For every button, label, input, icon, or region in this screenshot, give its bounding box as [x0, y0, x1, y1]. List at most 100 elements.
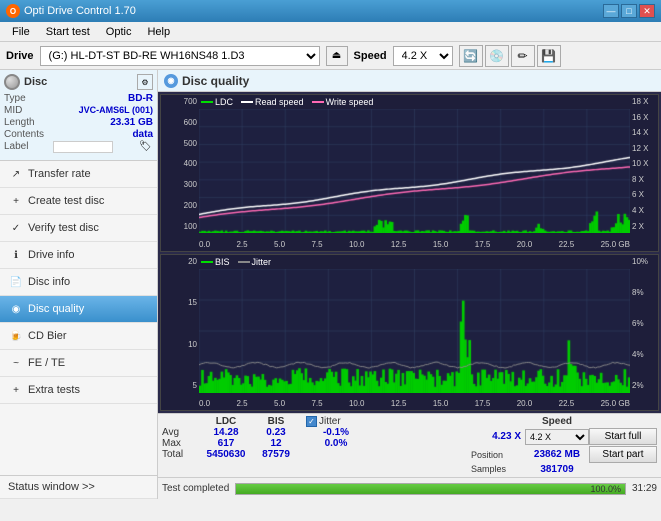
legend-bis: BIS [201, 257, 230, 267]
position-label: Position [471, 450, 525, 460]
write-button[interactable]: ✏ [511, 45, 535, 67]
sidebar-item-cd-bier[interactable]: 🍺 CD Bier [0, 323, 157, 350]
disc-info-panel: Disc ⚙ Type BD-R MID JVC-AMS6L (001) Len… [0, 70, 157, 161]
disc-row-label: Label 🏷 [4, 141, 153, 155]
samples-value: 381709 [525, 464, 589, 475]
disc-quality-header-icon: ◉ [164, 74, 178, 88]
drive-info-icon: ℹ [8, 247, 24, 263]
disc-contents-value: data [132, 129, 153, 140]
progress-bar-container: 100.0% [235, 483, 626, 495]
chart2-y-axis-right: 10% 8% 6% 4% 2% [630, 255, 658, 391]
disc-label-label: Label [4, 141, 28, 155]
legend-read-speed: Read speed [241, 97, 304, 107]
save-button[interactable]: 💾 [537, 45, 561, 67]
jitter-header: Jitter [306, 416, 366, 427]
stats-samples-row: Samples 381709 [471, 464, 657, 475]
titlebar: O Opti Drive Control 1.70 — □ ✕ [0, 0, 661, 22]
ldc-color-swatch [201, 101, 213, 103]
disc-row-contents: Contents data [4, 129, 153, 140]
sidebar-item-disc-quality[interactable]: ◉ Disc quality [0, 296, 157, 323]
titlebar-left: O Opti Drive Control 1.70 [6, 4, 136, 18]
legend-ldc-label: LDC [215, 97, 233, 107]
disc-label-value[interactable] [53, 141, 113, 153]
disc-contents-label: Contents [4, 129, 44, 140]
start-full-button[interactable]: Start full [589, 428, 657, 445]
max-jitter: 0.0% [306, 438, 366, 449]
disc-quality-header: ◉ Disc quality [158, 70, 661, 92]
sidebar-item-verify-test-disc[interactable]: ✓ Verify test disc [0, 215, 157, 242]
progress-percent-text: 100.0% [590, 484, 621, 494]
menu-file[interactable]: File [4, 24, 38, 40]
toolbar-icons: 🔄 💿 ✏ 💾 [459, 45, 561, 67]
write-speed-color-swatch [312, 101, 324, 103]
menu-optic[interactable]: Optic [98, 24, 140, 40]
jitter-checkbox[interactable] [306, 416, 317, 427]
create-test-disc-icon: + [8, 193, 24, 209]
menu-help[interactable]: Help [139, 24, 178, 40]
disc-row-type: Type BD-R [4, 93, 153, 104]
close-button[interactable]: ✕ [639, 4, 655, 18]
sidebar-item-create-test-disc[interactable]: + Create test disc [0, 188, 157, 215]
avg-label: Avg [162, 427, 198, 438]
disc-label-icon[interactable]: 🏷 [139, 141, 153, 155]
extra-tests-icon: + [8, 382, 24, 398]
disc-type-value: BD-R [128, 93, 153, 104]
disc-settings-icon[interactable]: ⚙ [137, 74, 153, 90]
start-part-button[interactable]: Start part [589, 446, 657, 463]
speed-select[interactable]: 4.2 X [393, 46, 453, 66]
stats-position-row: Position 23862 MB Start part [471, 446, 657, 463]
sidebar-item-label-extra-tests: Extra tests [28, 384, 80, 396]
total-bis: 87579 [254, 449, 298, 460]
legend-bis-label: BIS [215, 257, 230, 267]
sidebar-status: Status window >> [0, 475, 157, 499]
jitter-checkbox-container[interactable]: Jitter [306, 416, 366, 427]
status-window-button[interactable]: Status window >> [0, 476, 157, 499]
progress-bar-fill [236, 484, 625, 494]
jitter-color-swatch [238, 261, 250, 263]
avg-bis: 0.23 [254, 427, 298, 438]
eject-button[interactable]: ⏏ [326, 46, 348, 66]
window-controls[interactable]: — □ ✕ [603, 4, 655, 18]
chart1-y-axis: 700 600 500 400 300 200 100 [161, 95, 199, 231]
disc-row-mid: MID JVC-AMS6L (001) [4, 105, 153, 116]
total-label: Total [162, 449, 198, 460]
chart2-legend: BIS Jitter [201, 257, 271, 267]
drive-select[interactable]: (G:) HL-DT-ST BD-RE WH16NS48 1.D3 [40, 46, 320, 66]
sidebar-item-label-disc-info: Disc info [28, 276, 70, 288]
status-window-label: Status window >> [8, 481, 95, 493]
disc-row-length: Length 23.31 GB [4, 117, 153, 128]
minimize-button[interactable]: — [603, 4, 619, 18]
stats-right-header: Speed [471, 416, 657, 427]
speed-dropdown[interactable]: 4.2 X [525, 429, 589, 445]
max-ldc: 617 [198, 438, 254, 449]
disc-type-label: Type [4, 93, 26, 104]
sidebar-item-transfer-rate[interactable]: ↗ Transfer rate [0, 161, 157, 188]
disc-info-icon: 📄 [8, 274, 24, 290]
disc-length-label: Length [4, 117, 35, 128]
sidebar-item-disc-info[interactable]: 📄 Disc info [0, 269, 157, 296]
legend-ldc: LDC [201, 97, 233, 107]
chart1-x-axis: 0.0 2.5 5.0 7.5 10.0 12.5 15.0 17.5 20.0… [199, 240, 630, 249]
avg-ldc: 14.28 [198, 427, 254, 438]
sidebar-item-fe-te[interactable]: ~ FE / TE [0, 350, 157, 377]
sidebar-item-label-fe-te: FE / TE [28, 357, 65, 369]
sidebar: Disc ⚙ Type BD-R MID JVC-AMS6L (001) Len… [0, 70, 158, 499]
transfer-rate-icon: ↗ [8, 166, 24, 182]
legend-write-speed-label: Write speed [326, 97, 374, 107]
bis-color-swatch [201, 261, 213, 263]
sidebar-item-drive-info[interactable]: ℹ Drive info [0, 242, 157, 269]
samples-label: Samples [471, 464, 525, 475]
sidebar-item-extra-tests[interactable]: + Extra tests [0, 377, 157, 404]
disc-quality-title: Disc quality [182, 74, 249, 88]
stats-total-row: Total 5450630 87579 [162, 449, 463, 460]
progress-time: 31:29 [632, 483, 657, 494]
menu-start-test[interactable]: Start test [38, 24, 98, 40]
sidebar-item-label-cd-bier: CD Bier [28, 330, 67, 342]
stats-bar: LDC BIS Jitter Avg 14.28 0.2 [158, 413, 661, 477]
stats-table-container: LDC BIS Jitter Avg 14.28 0.2 [162, 416, 463, 475]
refresh-button[interactable]: 🔄 [459, 45, 483, 67]
disc-button[interactable]: 💿 [485, 45, 509, 67]
chart1-canvas [199, 109, 630, 233]
maximize-button[interactable]: □ [621, 4, 637, 18]
fe-te-icon: ~ [8, 355, 24, 371]
